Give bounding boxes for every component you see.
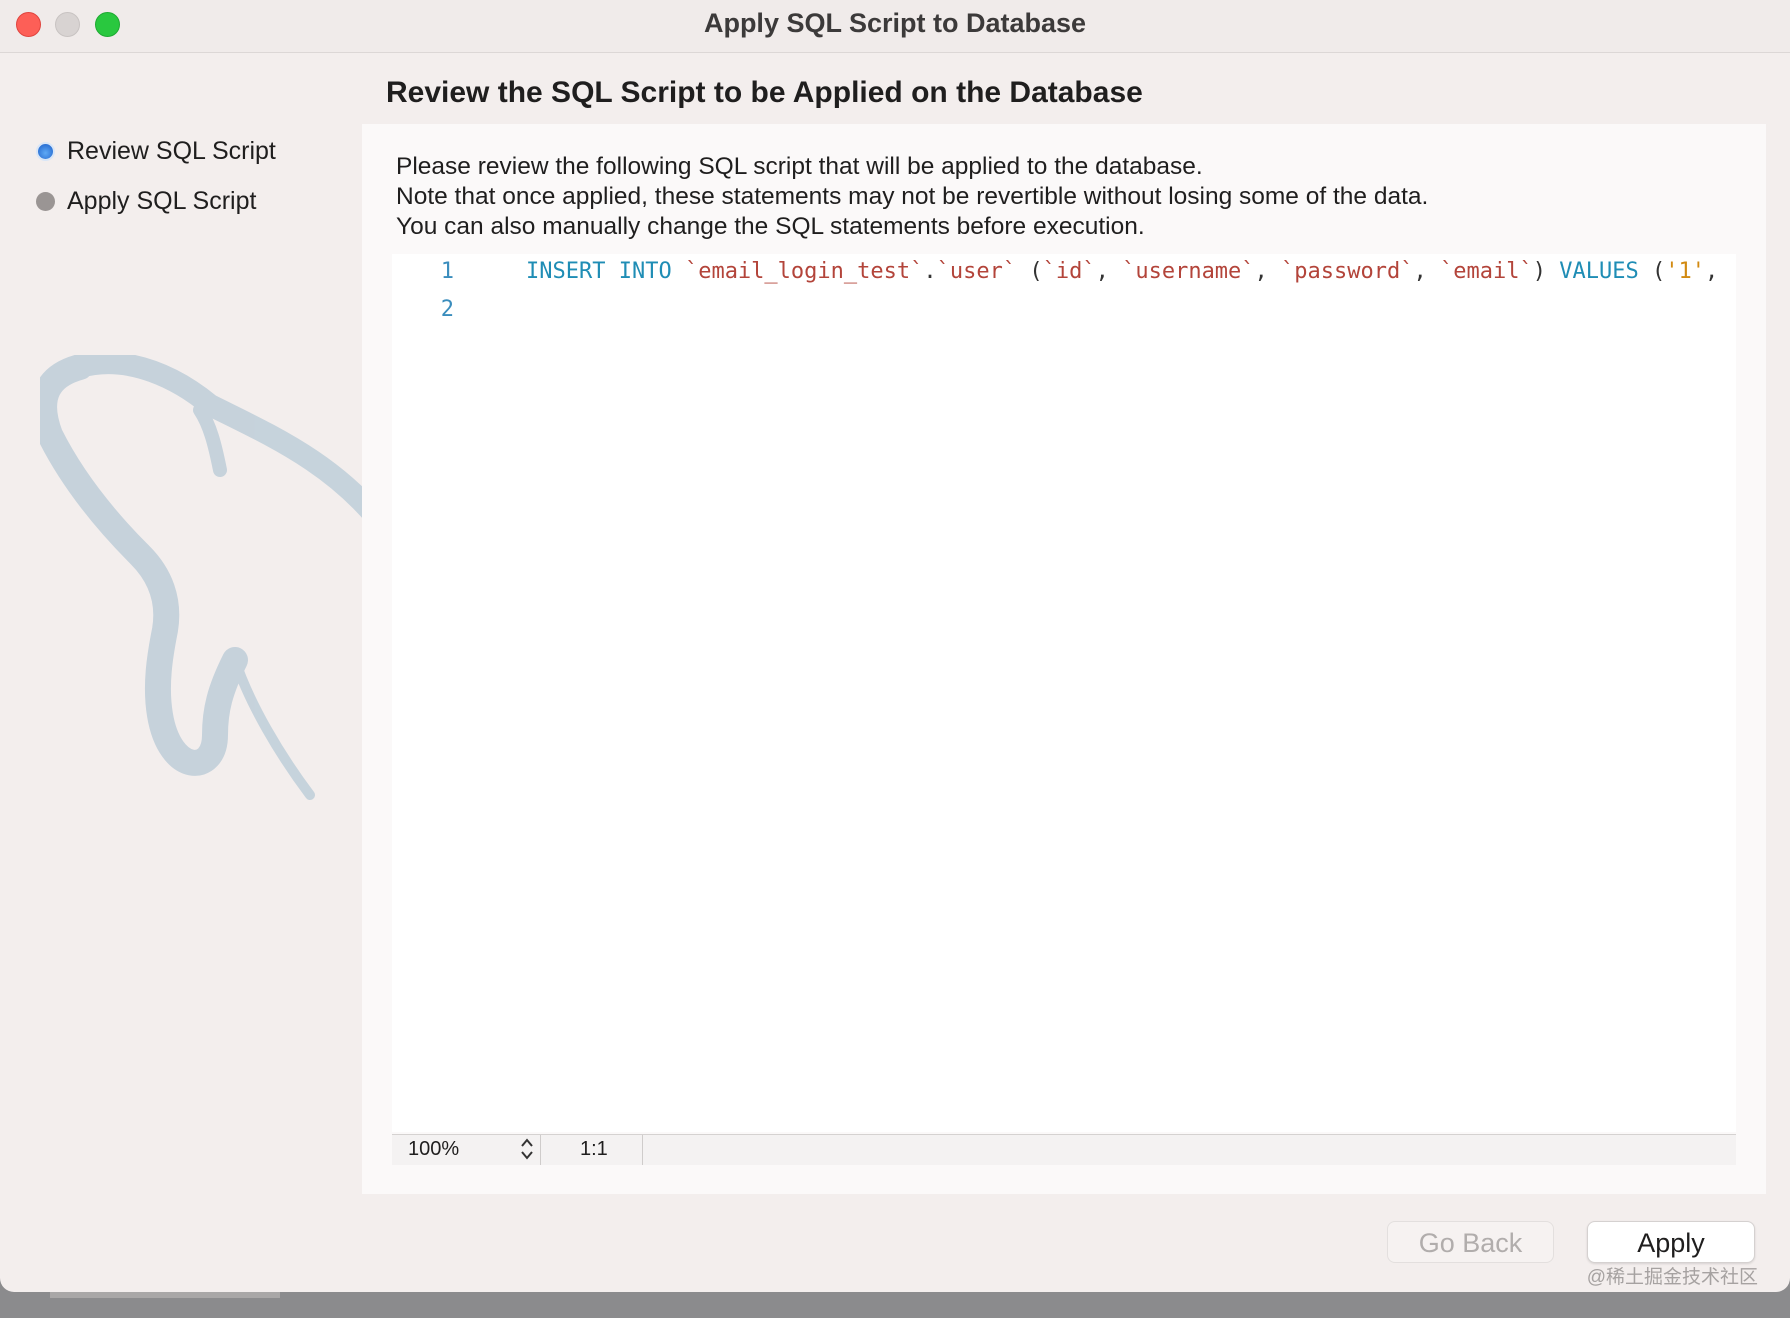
description: Please review the following SQL script t… <box>396 152 1428 242</box>
step-label: Review SQL Script <box>67 136 276 165</box>
status-separator <box>540 1135 541 1165</box>
code-text: INSERT INTO `email_login_test`.`user` (`… <box>526 254 1718 290</box>
code-token: ( <box>1638 259 1666 284</box>
zoom-level[interactable]: 100% <box>408 1138 459 1161</box>
description-line: Please review the following SQL script t… <box>396 153 1203 180</box>
code-token: , <box>1095 259 1123 284</box>
watermark: @稀土掘金技术社区 <box>1586 1267 1758 1288</box>
page-title: Review the SQL Script to be Applied on t… <box>386 76 1143 109</box>
code-token: `email` <box>1440 259 1533 284</box>
code-token: '1' <box>1665 259 1705 284</box>
description-line: You can also manually change the SQL sta… <box>396 213 1145 240</box>
code-token: `username` <box>1122 259 1255 284</box>
inactive-step-indicator-icon <box>36 191 55 211</box>
code-line[interactable]: 2 <box>392 292 526 328</box>
wizard-steps: Review SQL Script Apply SQL Script <box>36 126 276 226</box>
step-review-sql-script: Review SQL Script <box>36 126 276 176</box>
active-step-indicator-icon <box>36 141 55 161</box>
code-token: , <box>1254 259 1282 284</box>
step-apply-sql-script: Apply SQL Script <box>36 176 276 226</box>
code-token: VALUES <box>1559 259 1639 284</box>
code-line[interactable]: 1 INSERT INTO `email_login_test`.`user` (… <box>392 254 1718 290</box>
background-window-edge <box>50 1292 280 1298</box>
code-token: `password` <box>1281 259 1414 284</box>
code-token: . <box>923 259 937 284</box>
content-panel: Please review the following SQL script t… <box>362 124 1766 1194</box>
code-token: `email_login_test` <box>684 259 924 284</box>
dialog-window: Apply SQL Script to Database Review the … <box>0 0 1790 1292</box>
line-number: 1 <box>440 259 454 284</box>
code-token: `user` <box>936 259 1017 284</box>
chevron-up-down-icon[interactable] <box>520 1136 534 1162</box>
mysql-dolphin-logo-icon <box>40 355 400 800</box>
go-back-button[interactable]: Go Back <box>1387 1221 1554 1263</box>
sql-editor[interactable]: 1 INSERT INTO `email_login_test`.`user` (… <box>392 254 1736 1132</box>
step-label: Apply SQL Script <box>67 186 257 215</box>
code-token: INSERT INTO <box>526 259 685 284</box>
line-number: 2 <box>440 297 454 322</box>
code-token: , <box>1413 259 1440 284</box>
editor-status-bar: 100% 1:1 <box>392 1134 1736 1165</box>
status-separator <box>642 1135 643 1165</box>
apply-button[interactable]: Apply <box>1587 1221 1755 1263</box>
cursor-position: 1:1 <box>580 1138 608 1160</box>
code-token: ) <box>1532 259 1560 284</box>
description-line: Note that once applied, these statements… <box>396 183 1429 210</box>
code-token: ( <box>1016 259 1043 284</box>
code-token: , <box>1704 259 1719 284</box>
code-token: `id` <box>1042 259 1096 284</box>
window-title: Apply SQL Script to Database <box>703 8 1087 38</box>
title-bar: Apply SQL Script to Database <box>0 0 1790 53</box>
